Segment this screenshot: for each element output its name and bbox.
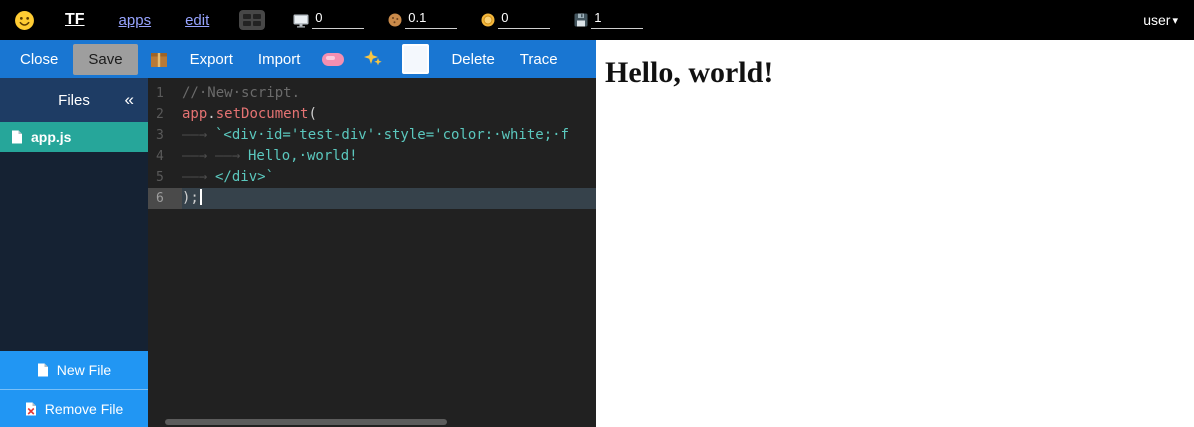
export-button[interactable]: Export xyxy=(180,44,243,75)
stat-floppy-value: 1 xyxy=(591,11,643,29)
code-line-content[interactable]: app.setDocument( xyxy=(182,104,596,125)
files-sidebar: Files « app.js New File xyxy=(0,78,148,427)
files-header: Files « xyxy=(0,78,148,122)
new-file-icon xyxy=(37,363,49,377)
chevron-down-icon: ▾ xyxy=(1172,14,1178,27)
code-token-comment: //·New·script. xyxy=(182,85,300,101)
stat-floppy[interactable]: 1 xyxy=(574,11,643,29)
user-menu-button[interactable]: user ▾ xyxy=(1143,12,1178,28)
main-area: Close Save Export Import Delete Trace Fi… xyxy=(0,40,1194,427)
app-preview-pane: Hello, world! xyxy=(596,40,1194,427)
files-title: Files xyxy=(58,92,90,109)
floppy-icon xyxy=(574,13,588,27)
file-item-appjs[interactable]: app.js xyxy=(0,122,148,152)
code-line-2[interactable]: 2app.setDocument( xyxy=(148,104,596,125)
code-area[interactable]: 1//·New·script.2app.setDocument(3——→`<di… xyxy=(148,78,596,209)
package-button[interactable] xyxy=(143,45,175,74)
remove-file-button[interactable]: Remove File xyxy=(0,389,148,427)
trace-button[interactable]: Trace xyxy=(510,44,568,75)
code-token-plain: ); xyxy=(182,190,199,206)
user-label: user xyxy=(1143,12,1170,28)
code-token-variable: app xyxy=(182,106,207,122)
sparkles-button[interactable] xyxy=(356,43,390,75)
stat-coin[interactable]: 0 xyxy=(481,11,550,29)
delete-button[interactable]: Delete xyxy=(441,44,504,75)
home-link[interactable]: TF xyxy=(65,11,85,29)
code-token-tab: ——→ xyxy=(182,125,215,146)
line-number: 6 xyxy=(148,188,182,209)
status-indicators: 0 0.1 0 1 xyxy=(293,11,643,29)
line-number: 1 xyxy=(148,83,182,104)
smiley-logo-icon[interactable] xyxy=(14,10,35,31)
smiley-face xyxy=(14,10,35,31)
monitor-icon xyxy=(293,13,309,28)
code-line-5[interactable]: 5——→</div>` xyxy=(148,167,596,188)
app-grid-icon[interactable] xyxy=(239,10,265,30)
code-line-1[interactable]: 1//·New·script. xyxy=(148,83,596,104)
import-button[interactable]: Import xyxy=(248,44,311,75)
code-line-content[interactable]: ——→——→Hello,·world! xyxy=(182,146,596,167)
code-token-tab: ——→ xyxy=(182,167,215,188)
code-token-string: `<div·id='test-div'·style='color:·white;… xyxy=(215,127,569,143)
horizontal-scrollbar-thumb[interactable] xyxy=(165,419,447,425)
soap-button[interactable] xyxy=(315,47,351,72)
topbar: TF apps edit 0 0.1 xyxy=(0,0,1194,40)
stat-coin-value: 0 xyxy=(498,11,550,29)
text-cursor xyxy=(200,189,202,205)
code-token-variable: setDocument xyxy=(216,106,309,122)
remove-file-label: Remove File xyxy=(45,401,124,417)
code-token-tab: ——→ xyxy=(182,146,215,167)
file-name: app.js xyxy=(31,129,71,145)
document-icon xyxy=(11,130,23,144)
stat-cookie[interactable]: 0.1 xyxy=(388,11,457,29)
stat-monitor-value: 0 xyxy=(312,11,364,29)
sidebar-file-actions: New File Remove File xyxy=(0,351,148,427)
code-line-content[interactable]: ——→</div>` xyxy=(182,167,596,188)
code-line-6[interactable]: 6); xyxy=(148,188,596,209)
soap-icon xyxy=(322,53,344,66)
new-file-label: New File xyxy=(57,362,111,378)
code-editor[interactable]: 1//·New·script.2app.setDocument(3——→`<di… xyxy=(148,78,596,427)
edit-link[interactable]: edit xyxy=(185,12,209,29)
code-line-4[interactable]: 4——→——→Hello,·world! xyxy=(148,146,596,167)
code-token-plain: . xyxy=(207,106,215,122)
blank-swatch-button[interactable] xyxy=(402,44,429,74)
code-token-tab: ——→ xyxy=(215,146,248,167)
editor-toolbar: Close Save Export Import Delete Trace xyxy=(0,40,596,78)
line-number: 5 xyxy=(148,167,182,188)
code-token-plain: ( xyxy=(308,106,316,122)
code-token-string: </div>` xyxy=(215,169,274,185)
line-number: 3 xyxy=(148,125,182,146)
remove-file-icon xyxy=(25,402,37,416)
collapse-sidebar-button[interactable]: « xyxy=(125,90,134,110)
code-token-string: Hello,·world! xyxy=(248,148,358,164)
stat-cookie-value: 0.1 xyxy=(405,11,457,29)
line-number: 2 xyxy=(148,104,182,125)
cookie-icon xyxy=(388,13,402,27)
close-button[interactable]: Close xyxy=(10,44,68,75)
line-number: 4 xyxy=(148,146,182,167)
code-line-3[interactable]: 3——→`<div·id='test-div'·style='color:·wh… xyxy=(148,125,596,146)
code-line-content[interactable]: ——→`<div·id='test-div'·style='color:·whi… xyxy=(182,125,596,146)
code-line-content[interactable]: //·New·script. xyxy=(182,83,596,104)
new-file-button[interactable]: New File xyxy=(0,351,148,389)
sparkles-icon xyxy=(363,49,383,69)
coin-icon xyxy=(481,13,495,27)
package-icon xyxy=(150,51,168,68)
preview-heading: Hello, world! xyxy=(605,56,1194,90)
code-line-content[interactable]: ); xyxy=(182,188,596,209)
apps-link[interactable]: apps xyxy=(119,12,152,29)
save-button[interactable]: Save xyxy=(73,44,137,75)
stat-monitor[interactable]: 0 xyxy=(293,11,364,29)
